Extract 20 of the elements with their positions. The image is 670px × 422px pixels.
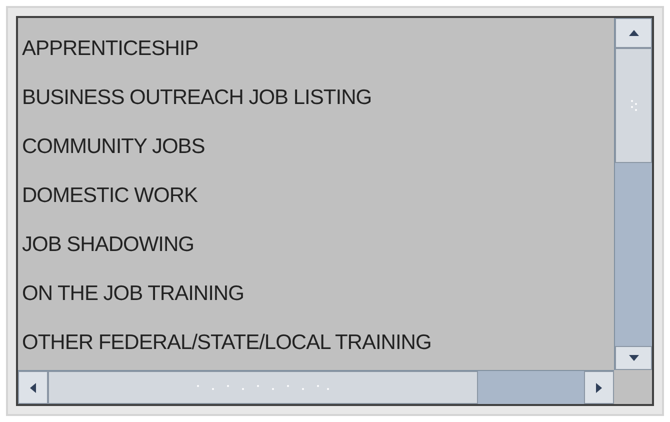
- down-arrow-icon: [628, 355, 638, 361]
- list-item[interactable]: OTHER FEDERAL/STATE/LOCAL TRAINING: [22, 318, 614, 367]
- scroll-thumb[interactable]: [615, 48, 652, 163]
- horizontal-scrollbar[interactable]: [18, 370, 614, 404]
- scroll-left-button[interactable]: [18, 371, 48, 404]
- scroll-right-button[interactable]: [584, 371, 614, 404]
- scroll-up-button[interactable]: [615, 18, 652, 48]
- scroll-down-button[interactable]: [615, 346, 652, 370]
- list-item[interactable]: ON THE JOB TRAINING: [22, 269, 614, 318]
- left-arrow-icon: [30, 382, 36, 392]
- list-item[interactable]: JOB SHADOWING: [22, 220, 614, 269]
- list-item[interactable]: BUSINESS OUTREACH JOB LISTING: [22, 73, 614, 122]
- list-item[interactable]: COMMUNITY JOBS: [22, 122, 614, 171]
- scroll-thumb[interactable]: [48, 371, 478, 404]
- list-item[interactable]: APPRENTICESHIP: [22, 24, 614, 73]
- up-arrow-icon: [628, 30, 638, 36]
- grip-icon: [630, 98, 638, 112]
- right-arrow-icon: [596, 382, 602, 392]
- vertical-scrollbar[interactable]: [614, 18, 652, 370]
- list-item[interactable]: DOMESTIC WORK: [22, 171, 614, 220]
